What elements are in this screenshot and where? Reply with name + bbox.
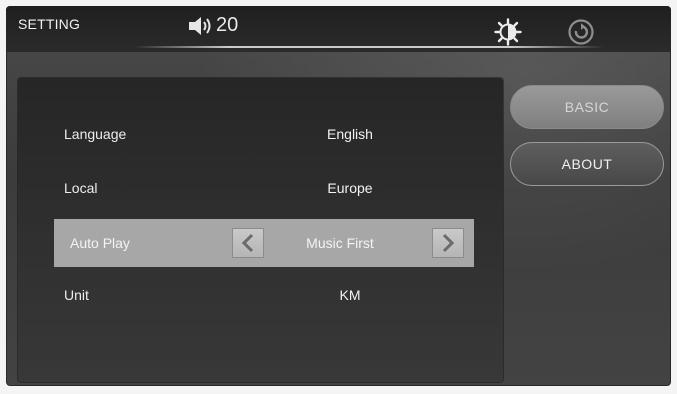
setting-value: English: [327, 126, 373, 142]
about-button[interactable]: ABOUT: [510, 142, 664, 186]
setting-label: Unit: [64, 287, 89, 303]
back-icon: [568, 19, 594, 45]
next-option-button[interactable]: [432, 228, 464, 258]
settings-screen: SETTING 20 Language English Local Europe…: [6, 6, 671, 386]
setting-value: Music First: [306, 235, 374, 251]
volume-value: 20: [216, 14, 239, 36]
setting-row-unit[interactable]: Unit KM: [18, 273, 503, 317]
header-divider: [134, 46, 604, 48]
setting-label: Local: [64, 180, 98, 196]
previous-option-button[interactable]: [232, 228, 264, 258]
setting-row-auto-play[interactable]: Auto Play Music First: [54, 219, 474, 267]
settings-panel: Language English Local Europe Auto Play …: [18, 78, 503, 382]
volume-indicator[interactable]: 20: [188, 14, 238, 37]
setting-value: KM: [339, 287, 361, 303]
speaker-icon: [189, 16, 211, 35]
setting-row-local[interactable]: Local Europe: [18, 166, 503, 210]
page-title: SETTING: [18, 16, 81, 32]
setting-row-language[interactable]: Language English: [18, 112, 503, 156]
setting-label: Auto Play: [70, 235, 130, 251]
brightness-icon: [494, 18, 522, 46]
chevron-right-icon: [442, 233, 455, 253]
basic-button[interactable]: BASIC: [510, 85, 664, 129]
chevron-left-icon: [241, 233, 254, 253]
setting-label: Language: [64, 126, 127, 142]
setting-value: Europe: [327, 180, 373, 196]
